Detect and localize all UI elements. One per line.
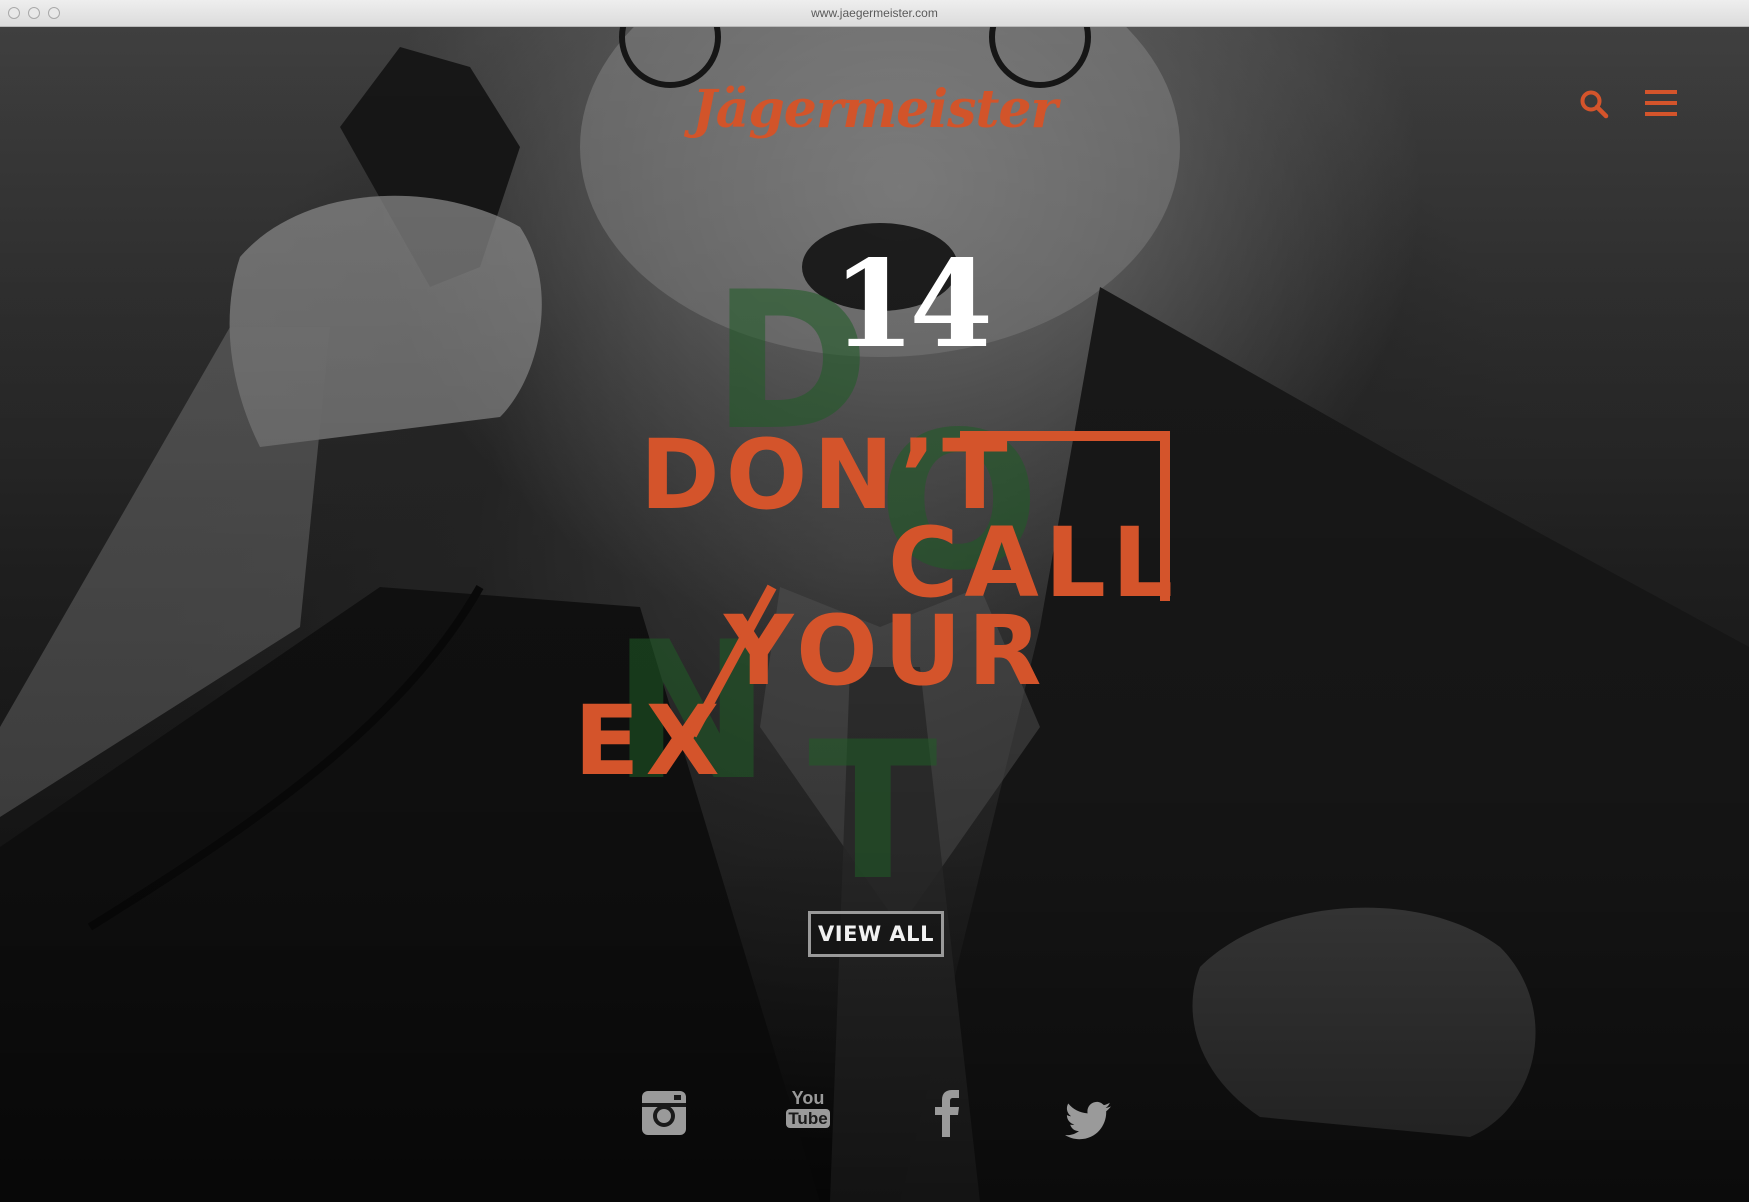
youtube-icon[interactable]: You Tube — [786, 1089, 830, 1128]
facebook-icon[interactable] — [932, 1089, 962, 1137]
background-letter-t: T — [808, 701, 938, 922]
menu-icon[interactable] — [1645, 89, 1677, 117]
browser-toolbar: www.jaegermeister.com — [0, 0, 1749, 27]
youtube-icon-bottom: Tube — [786, 1109, 830, 1128]
view-all-button[interactable]: VIEW ALL — [808, 911, 944, 957]
brand-logo[interactable]: Jägermeister — [0, 79, 1749, 140]
headline-line-3: YOUR — [724, 595, 1048, 707]
youtube-icon-top: You — [791, 1088, 825, 1108]
hero-page: Jägermeister D O N T 14 DON’T CALL YOUR … — [0, 27, 1749, 1202]
search-icon[interactable] — [1579, 89, 1609, 119]
twitter-icon[interactable] — [1065, 1101, 1111, 1141]
headline-line-4: EX — [574, 685, 726, 797]
list-number: 14 — [832, 234, 993, 375]
instagram-icon[interactable] — [640, 1089, 688, 1137]
address-bar-url[interactable]: www.jaegermeister.com — [0, 6, 1749, 20]
